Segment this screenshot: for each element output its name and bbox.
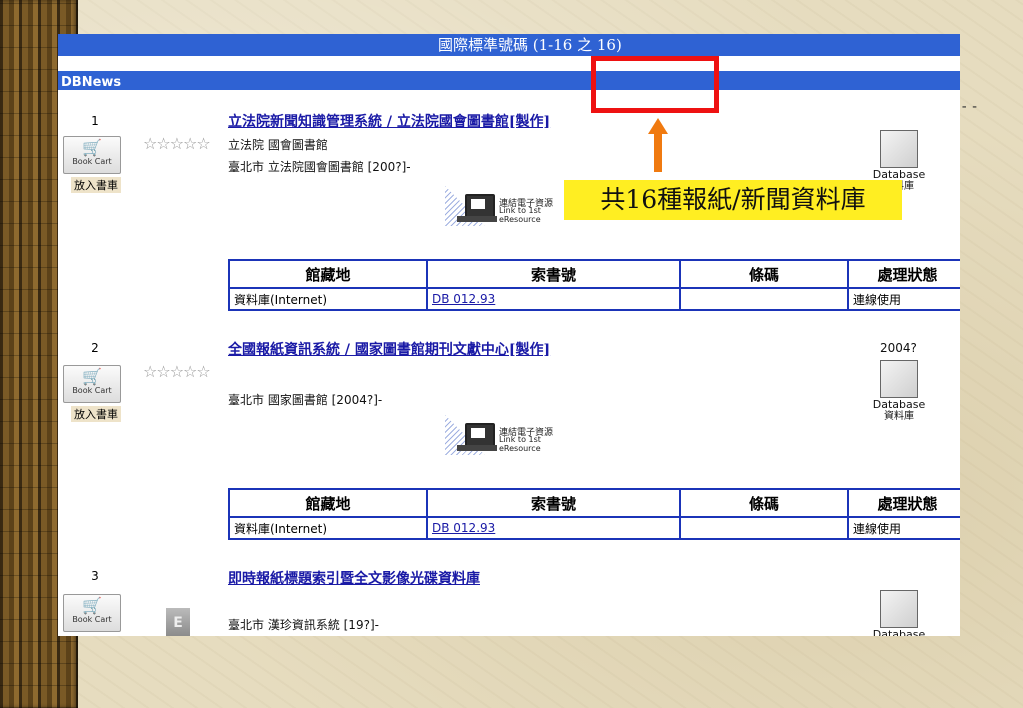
database-icon-button[interactable]: Database 資料庫 <box>872 360 926 423</box>
book-cart-button[interactable]: 🛒 Book Cart <box>63 136 121 174</box>
eresource-link[interactable]: 連結電子資源 Link to 1st eResource <box>443 186 553 226</box>
eresource-label-en: Link to 1st eResource <box>499 206 541 224</box>
catalog-screenshot: 國際標準號碼 (1-16 之 16) DBNews 1 🛒 Book Cart … <box>58 34 960 636</box>
holding-callno-link[interactable]: DB 012.93 <box>432 521 495 535</box>
holdings-table: 館藏地 索書號 條碼 處理狀態 資料庫(Internet) DB 012.93 … <box>228 488 960 540</box>
database-label-en: Database <box>872 628 926 636</box>
highlight-red-box <box>591 56 719 113</box>
results-header-bar: 國際標準號碼 (1-16 之 16) <box>58 34 960 56</box>
holdings-row: 資料庫(Internet) DB 012.93 連線使用 <box>228 287 960 311</box>
slide-dash-decoration: -- <box>960 99 981 115</box>
holding-callno-link[interactable]: DB 012.93 <box>432 292 495 306</box>
book-cart-label: Book Cart <box>72 615 112 624</box>
col-status: 處理狀態 <box>847 259 960 289</box>
col-callno: 索書號 <box>426 259 681 289</box>
database-icon-button[interactable]: Database <box>872 590 926 636</box>
record-number: 3 <box>91 569 99 583</box>
book-cart-button[interactable]: 🛒 Book Cart <box>63 594 121 632</box>
col-status: 處理狀態 <box>847 488 960 518</box>
eresource-label-en: Link to 1st eResource <box>499 435 541 453</box>
rating-stars[interactable]: ☆☆☆☆☆ <box>143 134 211 153</box>
record-author: 立法院 國會圖書館 <box>228 138 328 152</box>
record-title-link[interactable]: 即時報紙標題索引暨全文影像光碟資料庫 <box>228 568 480 588</box>
record-publisher: 臺北市 國家圖書館 [2004?]- <box>228 393 383 407</box>
record-year: 2004? <box>880 341 917 355</box>
book-cart-label: Book Cart <box>72 157 112 166</box>
rating-stars[interactable]: ☆☆☆☆☆ <box>143 362 211 381</box>
computer-icon <box>465 423 495 447</box>
holdings-header-row: 館藏地 索書號 條碼 處理狀態 <box>228 259 960 289</box>
holding-location: 資料庫(Internet) <box>228 516 428 540</box>
book-cart-button[interactable]: 🛒 Book Cart <box>63 365 121 403</box>
computer-keyboard-icon <box>457 216 497 222</box>
record-number: 2 <box>91 341 99 355</box>
holding-barcode <box>679 516 849 540</box>
col-barcode: 條碼 <box>679 488 849 518</box>
db-category-label: DBNews <box>61 75 122 90</box>
eresource-link[interactable]: 連結電子資源 Link to 1st eResource <box>443 415 553 455</box>
cart-icon: 🛒 <box>82 138 102 157</box>
record-title-link[interactable]: 立法院新聞知識管理系統 / 立法院國會圖書館[製作] <box>228 111 550 131</box>
holding-callno-cell: DB 012.93 <box>426 287 681 311</box>
book-cart-label: Book Cart <box>72 386 112 395</box>
record-publisher: 臺北市 立法院國會圖書館 [200?]- <box>228 160 411 174</box>
cart-icon: 🛒 <box>82 367 102 386</box>
holding-status: 連線使用 <box>847 516 960 540</box>
holding-callno-cell: DB 012.93 <box>426 516 681 540</box>
record-title-link[interactable]: 全國報紙資訊系統 / 國家圖書館期刊文獻中心[製作] <box>228 339 550 359</box>
record-number: 1 <box>91 114 99 128</box>
database-icon <box>880 360 918 398</box>
database-icon <box>880 590 918 628</box>
holdings-header-row: 館藏地 索書號 條碼 處理狀態 <box>228 488 960 518</box>
holding-status: 連線使用 <box>847 287 960 311</box>
col-callno: 索書號 <box>426 488 681 518</box>
db-category-bar: DBNews <box>58 71 960 90</box>
results-title: 國際標準號碼 (1-16 之 16) <box>438 36 622 54</box>
database-label-zh: 資料庫 <box>884 411 914 422</box>
col-barcode: 條碼 <box>679 259 849 289</box>
add-to-cart-link[interactable]: 放入書車 <box>71 406 121 422</box>
computer-icon <box>465 194 495 218</box>
database-label-en: Database <box>872 398 926 411</box>
database-icon <box>880 130 918 168</box>
add-to-cart-link[interactable]: 放入書車 <box>71 177 121 193</box>
computer-keyboard-icon <box>457 445 497 451</box>
col-location: 館藏地 <box>228 488 428 518</box>
col-location: 館藏地 <box>228 259 428 289</box>
holding-barcode <box>679 287 849 311</box>
holding-location: 資料庫(Internet) <box>228 287 428 311</box>
ebook-icon: E <box>166 608 190 636</box>
holdings-row: 資料庫(Internet) DB 012.93 連線使用 <box>228 516 960 540</box>
up-arrow-icon <box>648 118 668 172</box>
holdings-table: 館藏地 索書號 條碼 處理狀態 資料庫(Internet) DB 012.93 … <box>228 259 960 311</box>
cart-icon: 🛒 <box>82 596 102 615</box>
record-publisher: 臺北市 漢珍資訊系統 [19?]- <box>228 618 379 632</box>
annotation-callout: 共16種報紙/新聞資料庫 <box>564 180 902 220</box>
